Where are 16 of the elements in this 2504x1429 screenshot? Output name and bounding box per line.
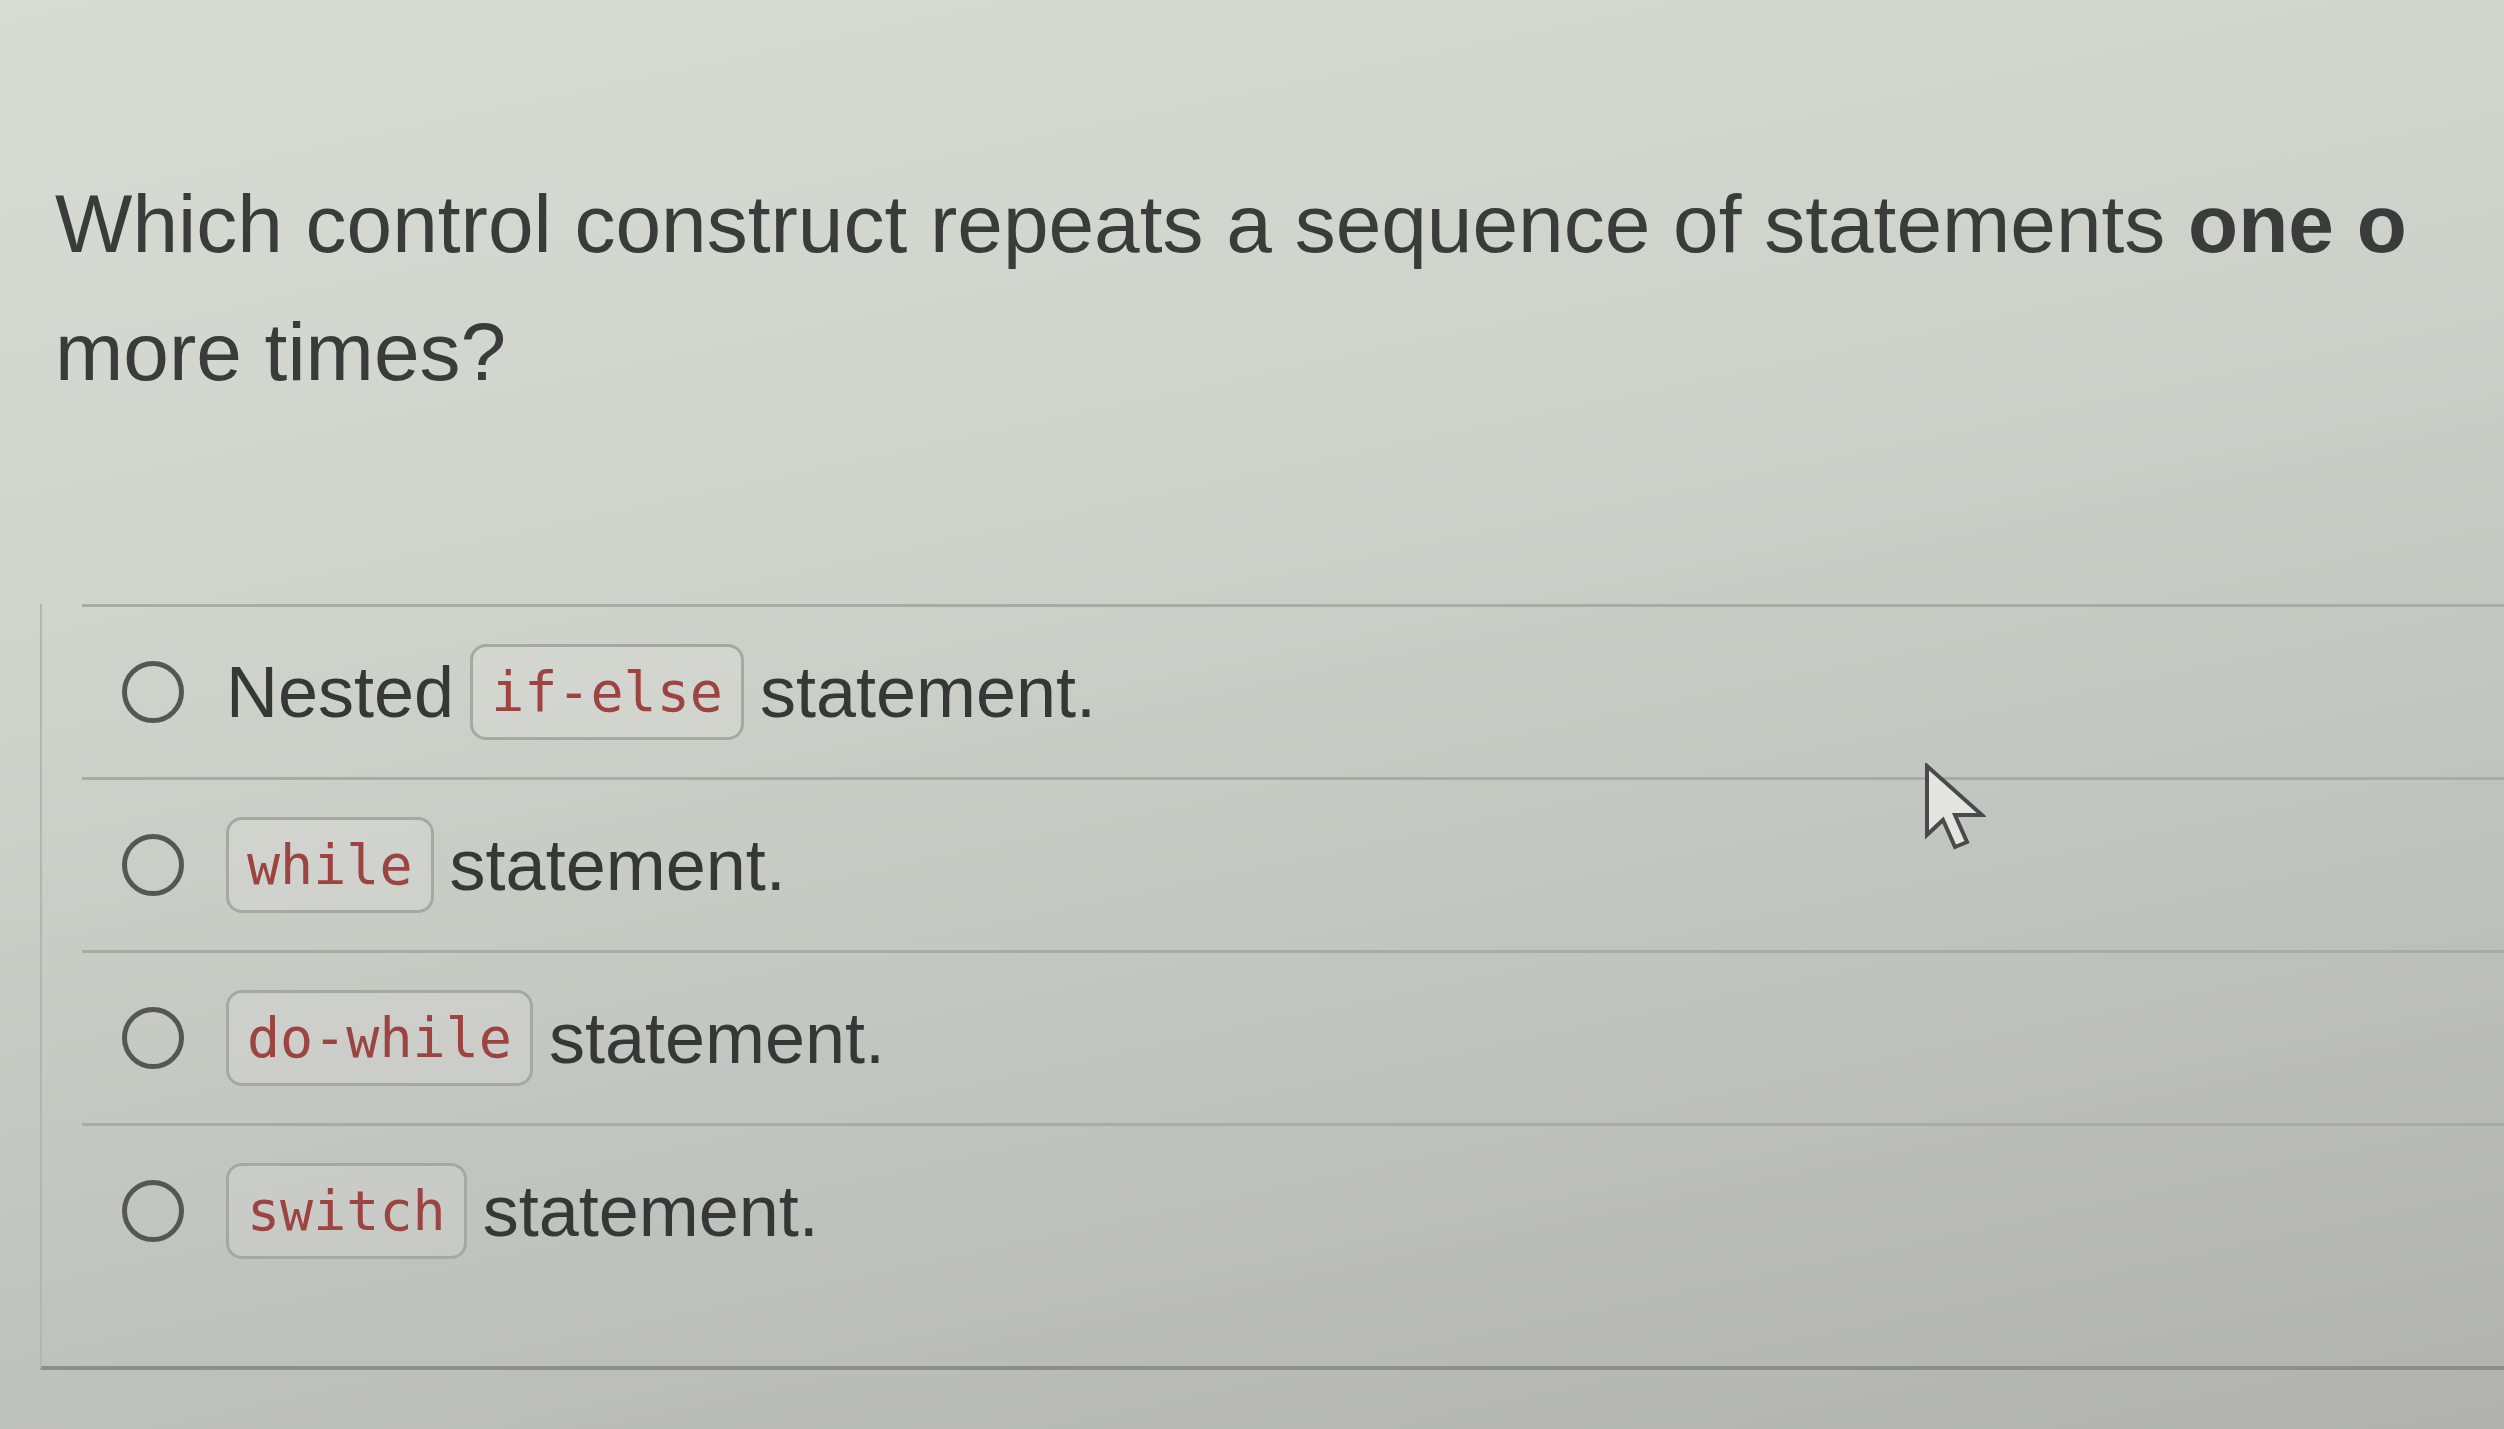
- option-text: Nested: [226, 651, 455, 734]
- radio-button[interactable]: [122, 1180, 184, 1242]
- option-text: statement.: [482, 1170, 819, 1253]
- option-text: statement.: [759, 651, 1097, 734]
- option-text: statement.: [548, 997, 886, 1080]
- code-snippet: do-while: [226, 990, 533, 1086]
- code-snippet: while: [226, 817, 434, 913]
- code-snippet: switch: [226, 1163, 467, 1259]
- radio-button[interactable]: [122, 661, 184, 723]
- code-snippet: if-else: [470, 644, 744, 740]
- question-text: more times?: [55, 305, 507, 399]
- question-text: Which control construct repeats a sequence of statements one o: [55, 177, 2407, 271]
- option-text: statement.: [449, 824, 786, 907]
- radio-button[interactable]: [122, 834, 184, 896]
- cursor-icon: [1924, 763, 1986, 851]
- radio-button[interactable]: [122, 1007, 184, 1069]
